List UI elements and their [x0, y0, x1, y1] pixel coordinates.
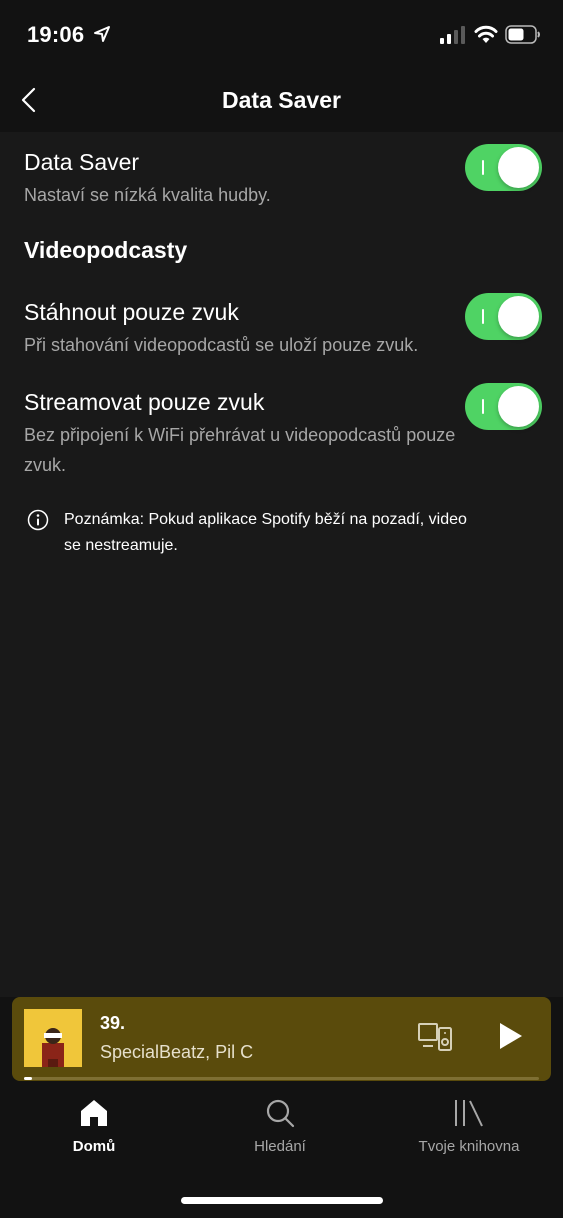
download-audio-only-description: Při stahování videopodcastů se uloží pou… — [24, 335, 419, 355]
toggle-on-mark — [482, 309, 484, 324]
progress-fill — [24, 1077, 32, 1080]
data-saver-description: Nastaví se nízká kvalita hudby. — [24, 185, 271, 205]
toggle-knob — [498, 296, 539, 337]
toggle-on-mark — [482, 160, 484, 175]
location-arrow-icon — [94, 26, 110, 42]
stream-audio-only-description: Bez připojení k WiFi přehrávat u videopo… — [24, 425, 456, 475]
tab-label-home: Domů — [72, 1138, 116, 1155]
data-saver-title: Data Saver — [24, 149, 140, 175]
tab-library[interactable]: Tvoje knihovna — [404, 1098, 534, 1155]
search-icon — [266, 1099, 295, 1128]
library-icon — [455, 1100, 483, 1127]
home-icon — [81, 1100, 107, 1126]
wifi-icon — [474, 25, 498, 43]
status-bar: 19:06 — [0, 0, 563, 66]
page-title: Data Saver — [222, 87, 341, 113]
section-heading-videopodcasts: Videopodcasty — [24, 237, 188, 263]
home-indicator — [181, 1197, 383, 1204]
download-audio-only-toggle[interactable] — [465, 293, 542, 340]
toggle-on-mark — [482, 399, 484, 414]
album-cover — [24, 1009, 82, 1067]
background-playback-note: Poznámka: Pokud aplikace Spotify běží na… — [64, 511, 467, 554]
toggle-knob — [498, 147, 539, 188]
cellular-signal-icon — [440, 26, 465, 44]
connect-devices-icon[interactable] — [417, 1022, 453, 1052]
tab-home[interactable]: Domů — [52, 1098, 136, 1155]
download-audio-only-title: Stáhnout pouze zvuk — [24, 299, 239, 325]
track-title: 39. — [100, 1013, 126, 1033]
stream-audio-only-title: Streamovat pouze zvuk — [24, 389, 265, 415]
playback-progress[interactable] — [24, 1077, 539, 1080]
tab-search[interactable]: Hledání — [230, 1098, 330, 1155]
info-icon — [27, 509, 49, 531]
mini-player[interactable]: 39. SpecialBeatz, Pil C — [12, 997, 551, 1081]
toggle-knob — [498, 386, 539, 427]
stream-audio-only-toggle[interactable] — [465, 383, 542, 430]
data-saver-toggle[interactable] — [465, 144, 542, 191]
tab-label-search: Hledání — [254, 1138, 306, 1155]
tab-label-library: Tvoje knihovna — [418, 1138, 520, 1155]
play-icon[interactable] — [498, 1021, 524, 1051]
battery-icon — [505, 25, 540, 44]
status-time: 19:06 — [27, 22, 85, 47]
track-artist: SpecialBeatz, Pil C — [100, 1042, 254, 1062]
